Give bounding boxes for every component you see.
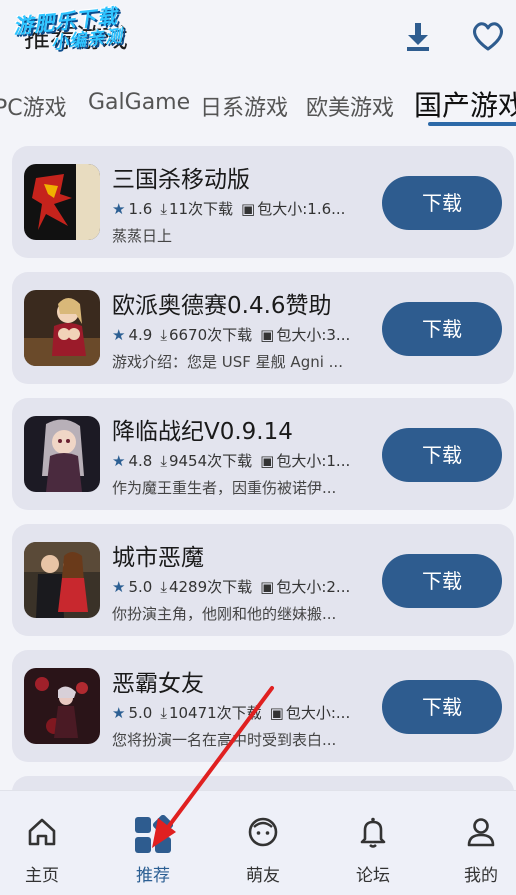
nav-label: 论坛 bbox=[356, 866, 390, 886]
package-icon: ▣ bbox=[241, 199, 256, 218]
game-card[interactable]: 欧派奥德赛0.4.6赞助 ★ 4.9 ⤓ 6670次下载 ▣ 包大小:3... 游戏介绍：… bbox=[12, 272, 514, 384]
game-meta: ★ 4.8 ⤓ 9454次下载 ▣ 包大小:1... bbox=[112, 450, 374, 471]
tab-galgame[interactable]: GalGame bbox=[88, 90, 190, 115]
home-icon bbox=[28, 818, 56, 846]
game-list: 三国杀移动版 ★ 1.6 ⤓ 11次下载 ▣ 包大小:1.6... 蒸蒸日上 下载 欧派奥… bbox=[12, 146, 514, 830]
tab-japanese[interactable]: 日系游戏 bbox=[200, 90, 288, 122]
nav-label: 萌友 bbox=[246, 866, 280, 886]
game-size: 包大小:1.6... bbox=[257, 200, 346, 218]
star-icon: ★ bbox=[112, 199, 126, 218]
game-downloads: 6670次下载 bbox=[168, 326, 253, 344]
nav-home[interactable]: 主页 bbox=[0, 791, 92, 895]
small-download-icon: ⤓ bbox=[160, 451, 167, 470]
tab-pc[interactable]: PC游戏 bbox=[0, 90, 67, 122]
game-meta: ★ 5.0 ⤓ 4289次下载 ▣ 包大小:2... bbox=[112, 576, 374, 597]
game-thumbnail bbox=[24, 416, 100, 492]
nav-label: 主页 bbox=[25, 866, 59, 886]
star-icon: ★ bbox=[112, 325, 126, 344]
game-name: 城市恶魔 bbox=[112, 545, 204, 571]
game-description: 游戏介绍：您是 USF 星舰 Agni ... bbox=[112, 353, 343, 371]
game-name: 欧派奥德赛0.4.6赞助 bbox=[112, 293, 332, 319]
person-icon bbox=[467, 818, 495, 847]
active-tab-indicator bbox=[428, 122, 516, 126]
download-icon[interactable] bbox=[400, 18, 436, 54]
small-download-icon: ⤓ bbox=[160, 199, 167, 218]
star-icon: ★ bbox=[112, 703, 126, 722]
game-card[interactable]: 三国杀移动版 ★ 1.6 ⤓ 11次下载 ▣ 包大小:1.6... 蒸蒸日上 下载 bbox=[12, 146, 514, 258]
game-name: 恶霸女友 bbox=[112, 671, 204, 697]
game-description: 你扮演主角，他刚和他的继妹搬... bbox=[112, 605, 337, 623]
game-downloads: 10471次下载 bbox=[168, 704, 262, 722]
game-card[interactable]: 降临战纪V0.9.14 ★ 4.8 ⤓ 9454次下载 ▣ 包大小:1... 作为魔王重生… bbox=[12, 398, 514, 510]
bottom-nav: 主页 推荐 萌友 论坛 我的 bbox=[0, 790, 516, 895]
download-button[interactable]: 下载 bbox=[382, 428, 502, 482]
game-thumbnail bbox=[24, 164, 100, 240]
nav-profile[interactable]: 我的 bbox=[431, 791, 516, 895]
download-button[interactable]: 下载 bbox=[382, 680, 502, 734]
game-description: 您将扮演一名在高中时受到表白... bbox=[112, 731, 337, 749]
game-card[interactable]: 城市恶魔 ★ 5.0 ⤓ 4289次下载 ▣ 包大小:2... 你扮演主角，他刚和他的继妹… bbox=[12, 524, 514, 636]
game-card[interactable]: 恶霸女友 ★ 5.0 ⤓ 10471次下载 ▣ 包大小:... 您将扮演一名在高中时受到表… bbox=[12, 650, 514, 762]
bell-icon bbox=[360, 817, 386, 848]
package-icon: ▣ bbox=[269, 703, 284, 722]
game-name: 降临战纪V0.9.14 bbox=[112, 419, 293, 445]
download-button[interactable]: 下载 bbox=[382, 302, 502, 356]
game-meta: ★ 4.9 ⤓ 6670次下载 ▣ 包大小:3... bbox=[112, 324, 374, 345]
category-tabs: PC游戏 GalGame 日系游戏 欧美游戏 国产游戏 bbox=[0, 82, 516, 132]
game-name: 三国杀移动版 bbox=[112, 167, 250, 193]
game-rating: 4.9 bbox=[128, 325, 153, 344]
nav-friends[interactable]: 萌友 bbox=[213, 791, 313, 895]
game-rating: 4.8 bbox=[128, 451, 153, 470]
download-button[interactable]: 下载 bbox=[382, 554, 502, 608]
game-downloads: 11次下载 bbox=[168, 200, 234, 218]
game-thumbnail bbox=[24, 290, 100, 366]
nav-forum[interactable]: 论坛 bbox=[323, 791, 423, 895]
game-rating: 5.0 bbox=[128, 703, 153, 722]
small-download-icon: ⤓ bbox=[160, 577, 167, 596]
game-downloads: 4289次下载 bbox=[168, 578, 253, 596]
game-rating: 1.6 bbox=[128, 199, 153, 218]
star-icon: ★ bbox=[112, 577, 126, 596]
download-button[interactable]: 下载 bbox=[382, 176, 502, 230]
tab-domestic[interactable]: 国产游戏 bbox=[414, 84, 516, 124]
game-meta: ★ 1.6 ⤓ 11次下载 ▣ 包大小:1.6... bbox=[112, 198, 374, 219]
tab-western[interactable]: 欧美游戏 bbox=[306, 90, 394, 122]
face-icon bbox=[248, 817, 278, 847]
game-downloads: 9454次下载 bbox=[168, 452, 253, 470]
game-meta: ★ 5.0 ⤓ 10471次下载 ▣ 包大小:... bbox=[112, 702, 374, 723]
game-size: 包大小:1... bbox=[276, 452, 351, 470]
game-description: 蒸蒸日上 bbox=[112, 227, 173, 245]
small-download-icon: ⤓ bbox=[160, 325, 167, 344]
package-icon: ▣ bbox=[260, 451, 275, 470]
nav-label: 推荐 bbox=[136, 866, 170, 886]
game-description: 作为魔王重生者，因重伤被诺伊... bbox=[112, 479, 337, 497]
small-download-icon: ⤓ bbox=[160, 703, 167, 722]
game-thumbnail bbox=[24, 542, 100, 618]
game-size: 包大小:... bbox=[285, 704, 351, 722]
game-size: 包大小:3... bbox=[276, 326, 351, 344]
nav-label: 我的 bbox=[464, 866, 498, 886]
nav-recommend[interactable]: 推荐 bbox=[103, 791, 203, 895]
package-icon: ▣ bbox=[260, 577, 275, 596]
grid-icon bbox=[135, 815, 173, 853]
package-icon: ▣ bbox=[260, 325, 275, 344]
star-icon: ★ bbox=[112, 451, 126, 470]
game-rating: 5.0 bbox=[128, 577, 153, 596]
game-thumbnail bbox=[24, 668, 100, 744]
heart-icon[interactable] bbox=[470, 18, 506, 54]
game-size: 包大小:2... bbox=[276, 578, 351, 596]
